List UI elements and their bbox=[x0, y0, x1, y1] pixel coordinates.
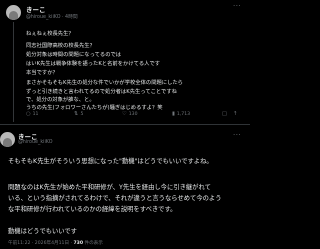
tweet-text-line: 本当ですか？ bbox=[26, 70, 58, 76]
views-count: 1,713 bbox=[176, 112, 191, 117]
retweet-count: 5 bbox=[80, 112, 84, 117]
tweet-parent: きーこ @hiroue_kiiKO · 4時間 ··· ねぇねぇ校長先生？ 同志… bbox=[0, 0, 250, 122]
more-options-icon[interactable]: ··· bbox=[233, 131, 241, 139]
tweet-text-line: いる、という指摘がされてるわけで、それが違うと言うならせめて今のよう bbox=[8, 195, 222, 202]
views-icon: ▮ bbox=[172, 111, 175, 117]
share-button[interactable]: ↑ bbox=[233, 111, 239, 117]
retweet-button[interactable]: ⇅ 5 bbox=[74, 111, 83, 117]
bookmark-button[interactable]: □ bbox=[222, 111, 229, 117]
tweet-text-line: うちの先生(フォロワーさんたちが)騒ぎはじめるすよ？笑 bbox=[26, 105, 163, 111]
view-count: 730 bbox=[73, 241, 84, 246]
tweet-text-line: はいK先生は戦争体験を語ったKと名前をかけてる人です bbox=[26, 61, 161, 67]
tweet-text-line: 問題なのはK先生が始めた平和研修が、Y先生を経由し今に引き継がれて bbox=[8, 184, 211, 191]
bookmark-icon: □ bbox=[222, 111, 228, 117]
tweet-main: きーこ @hiroue_kiiKO ··· そもそもK先生がそういう思想になった… bbox=[0, 130, 250, 249]
tweet-actions: ○ 11 ⇅ 5 ♡ 130 ▮ 1,713 □ ↑ bbox=[26, 111, 240, 119]
tweet-text-line: で、処分の対象が誰な、と。 bbox=[26, 97, 95, 103]
tweet-text-line: 処分対象は時間の問題になってるのでは bbox=[26, 52, 122, 58]
avatar[interactable] bbox=[0, 132, 15, 147]
tweet-text-line: 同志社国際高校の校長先生？ bbox=[26, 43, 95, 49]
tweet-text-line: ずっと引き続きと言われてるので処分者はK先生ってことですね bbox=[26, 89, 177, 95]
views-button[interactable]: ▮ 1,713 bbox=[172, 111, 190, 117]
heart-icon: ♡ bbox=[122, 111, 127, 117]
timestamp[interactable]: 午前11:22 · 2026年4月11日 · bbox=[8, 241, 73, 246]
tweet-text-line: 動機はどうでもいいです bbox=[8, 228, 77, 235]
tweet-text-line: まさかそもそもK先生の処分な件でいかが学校全体の問題にしたら bbox=[26, 80, 183, 86]
tweet-text-line: な平和研修が行われているのかの経緯を説明をすべきです。 bbox=[8, 206, 177, 213]
avatar[interactable] bbox=[6, 5, 21, 20]
author-handle[interactable]: @hiroue_kiiKO · 4時間 bbox=[26, 13, 78, 20]
like-button[interactable]: ♡ 130 bbox=[122, 111, 138, 117]
share-icon: ↑ bbox=[233, 111, 238, 117]
reply-icon: ○ bbox=[26, 111, 31, 117]
view-label: 件の表示 bbox=[83, 241, 103, 246]
like-count: 130 bbox=[128, 112, 138, 117]
reply-count: 11 bbox=[32, 112, 39, 117]
author-handle[interactable]: @hiroue_kiiKO bbox=[18, 140, 52, 145]
thread-line bbox=[13, 22, 14, 122]
tweet-text-line: ねぇねぇ校長先生？ bbox=[26, 31, 74, 37]
retweet-icon: ⇅ bbox=[74, 111, 79, 117]
more-options-icon[interactable]: ··· bbox=[233, 2, 241, 10]
reply-button[interactable]: ○ 11 bbox=[26, 111, 38, 117]
tweet-text-line: そもそもK先生がそういう思想になった"動機"はどうでもいいですよね。 bbox=[8, 158, 213, 165]
divider bbox=[0, 124, 250, 125]
tweet-metadata: 午前11:22 · 2026年4月11日 · 730 件の表示 bbox=[8, 240, 103, 246]
